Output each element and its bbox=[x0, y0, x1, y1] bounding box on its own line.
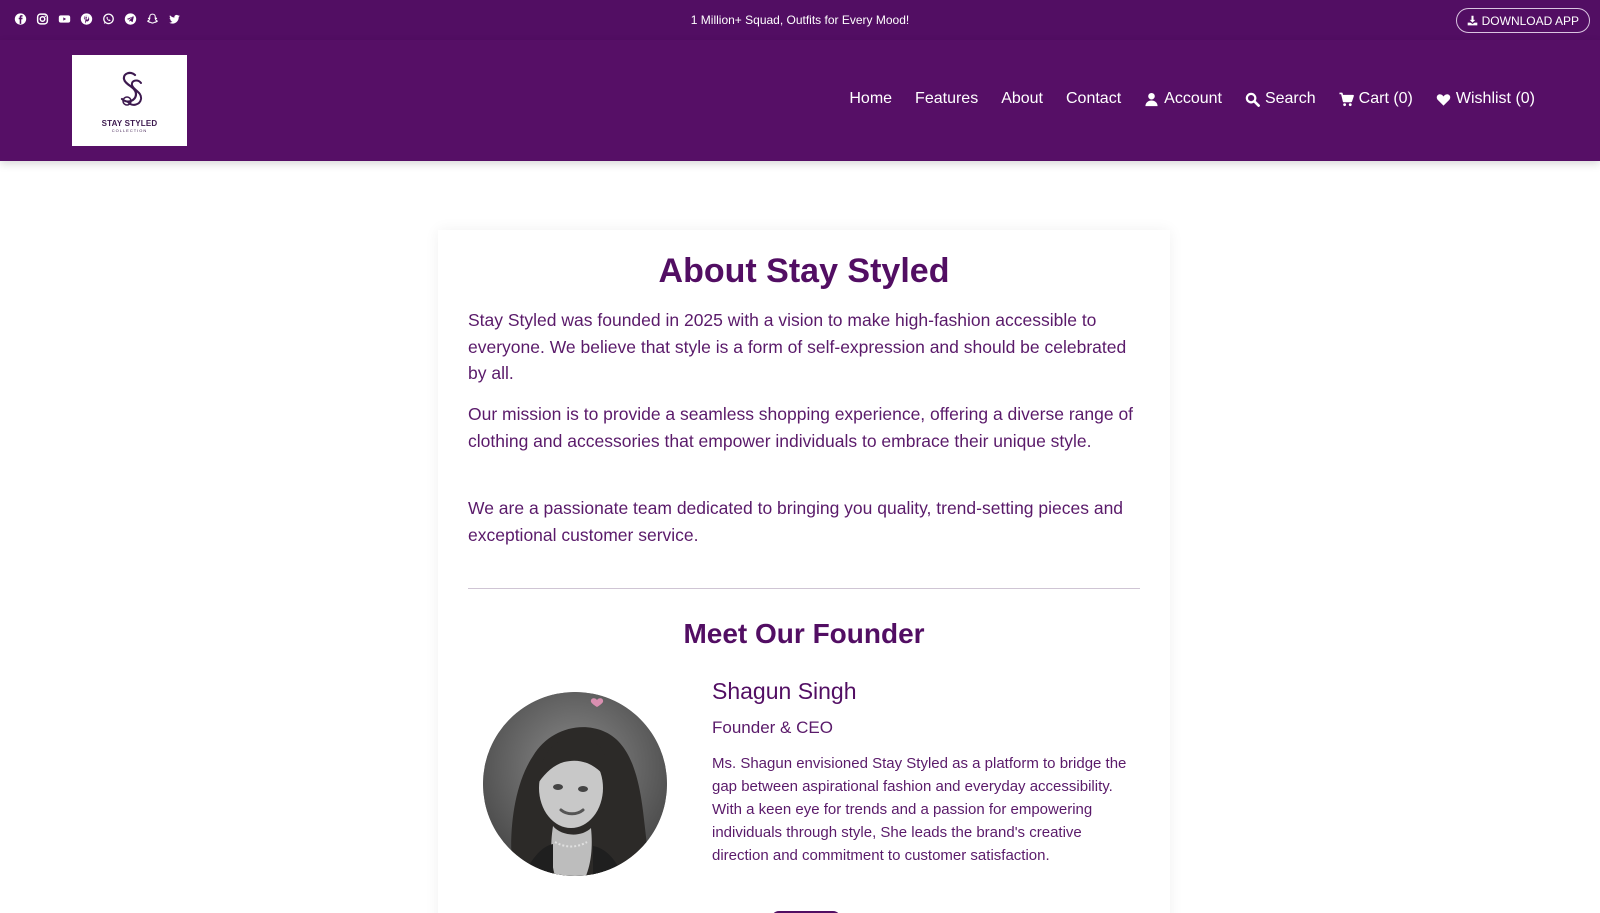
nav-account-label: Account bbox=[1164, 90, 1222, 107]
about-title: About Stay Styled bbox=[658, 252, 950, 290]
download-icon bbox=[1467, 15, 1477, 26]
logo-ss-monogram-icon bbox=[120, 71, 142, 106]
nav-about[interactable]: About bbox=[1001, 90, 1043, 108]
nav-cart-label: Cart (0) bbox=[1358, 90, 1413, 107]
nav-account[interactable]: Account bbox=[1144, 90, 1222, 108]
search-icon bbox=[1245, 92, 1260, 107]
download-app-button[interactable]: DOWNLOAD APP bbox=[1455, 8, 1590, 33]
nav-cart[interactable]: Cart (0) bbox=[1339, 90, 1413, 108]
nav-wishlist-label: Wishlist (0) bbox=[1455, 90, 1535, 107]
cart-icon bbox=[1339, 92, 1354, 106]
logo-text: STAY STYLED bbox=[101, 118, 158, 128]
announcement-tagline: 1 Million+ Squad, Outfits for Every Mood… bbox=[690, 13, 910, 27]
heart-icon bbox=[1436, 93, 1451, 106]
founder-role: Founder & CEO bbox=[712, 718, 833, 737]
brand-logo[interactable]: STAY STYLED COLLECTION bbox=[72, 55, 187, 146]
section-divider bbox=[468, 588, 1140, 589]
logo-subtext: COLLECTION bbox=[111, 127, 148, 133]
founder-avatar bbox=[483, 692, 667, 876]
founder-name: Shagun Singh bbox=[712, 678, 857, 704]
nav-features[interactable]: Features bbox=[915, 90, 978, 108]
about-card: About Stay Styled Stay Styled was founde… bbox=[438, 230, 1170, 913]
about-paragraph: We are a passionate team dedicated to br… bbox=[468, 498, 1124, 545]
founder-section-title: Meet Our Founder bbox=[683, 618, 925, 649]
nav-links: Home Features About Contact Account Sear… bbox=[849, 90, 1535, 108]
nav-wishlist[interactable]: Wishlist (0) bbox=[1436, 90, 1535, 108]
user-icon bbox=[1145, 92, 1158, 106]
nav-home[interactable]: Home bbox=[849, 90, 892, 108]
nav-contact[interactable]: Contact bbox=[1066, 90, 1121, 108]
founder-bio: Ms. Shagun envisioned Stay Styled as a p… bbox=[712, 755, 1127, 864]
about-paragraph: Our mission is to provide a seamless sho… bbox=[468, 404, 1134, 451]
about-paragraph: Stay Styled was founded in 2025 with a v… bbox=[468, 310, 1127, 383]
main-navbar: STAY STYLED COLLECTION Home Features Abo… bbox=[0, 40, 1600, 161]
nav-search[interactable]: Search bbox=[1245, 90, 1316, 108]
download-app-label: DOWNLOAD APP bbox=[1481, 13, 1579, 28]
top-announcement-bar: 1 Million+ Squad, Outfits for Every Mood… bbox=[0, 0, 1600, 40]
nav-search-label: Search bbox=[1264, 90, 1316, 107]
